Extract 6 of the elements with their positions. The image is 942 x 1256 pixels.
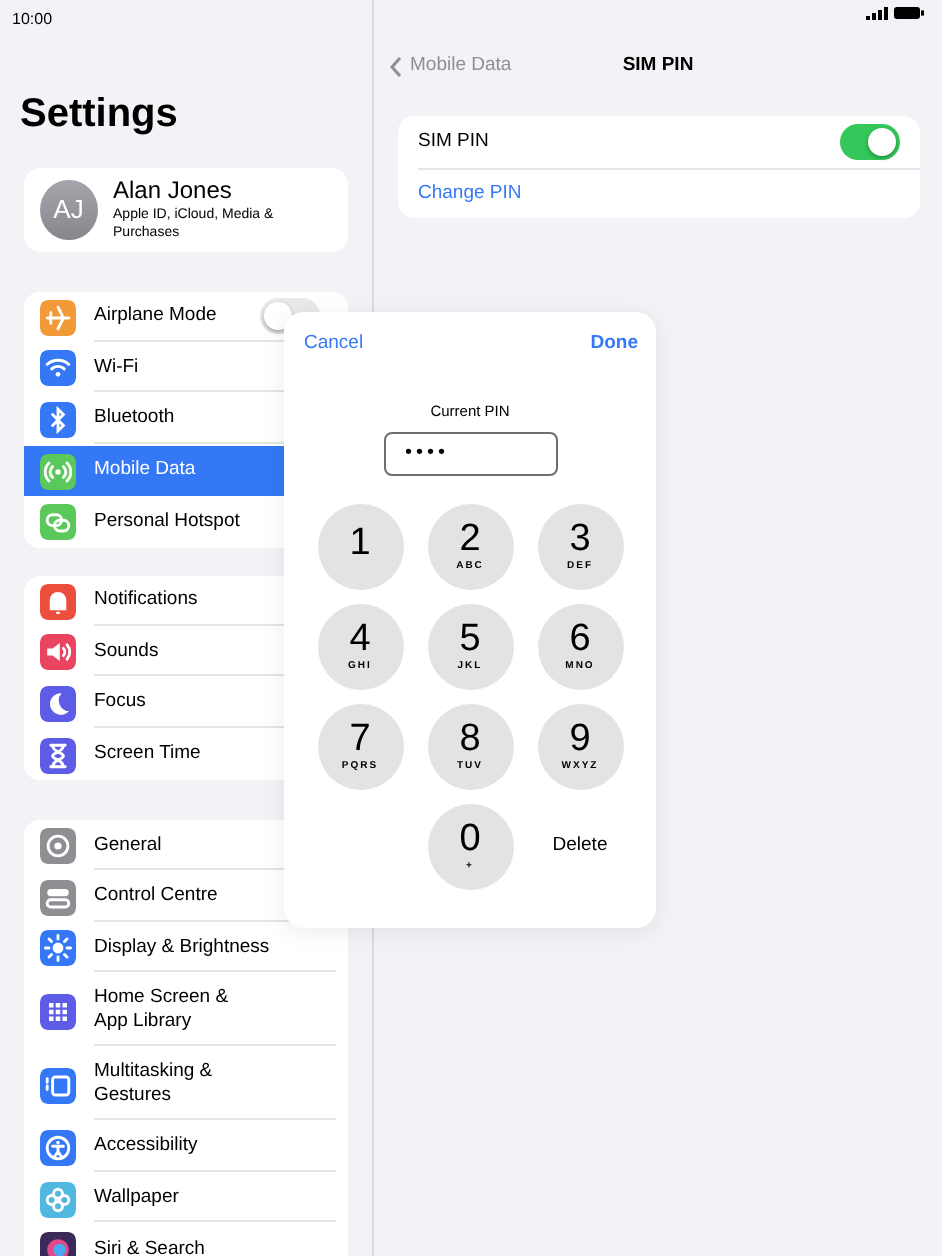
profile-name: Alan Jones: [113, 177, 234, 204]
screen-title: SIM PIN: [622, 52, 694, 80]
status-time: 10:00: [12, 10, 53, 28]
avatar: AJ: [40, 180, 98, 240]
setting-label: SIM PIN: [418, 127, 491, 156]
page-title: Settings: [20, 90, 180, 140]
